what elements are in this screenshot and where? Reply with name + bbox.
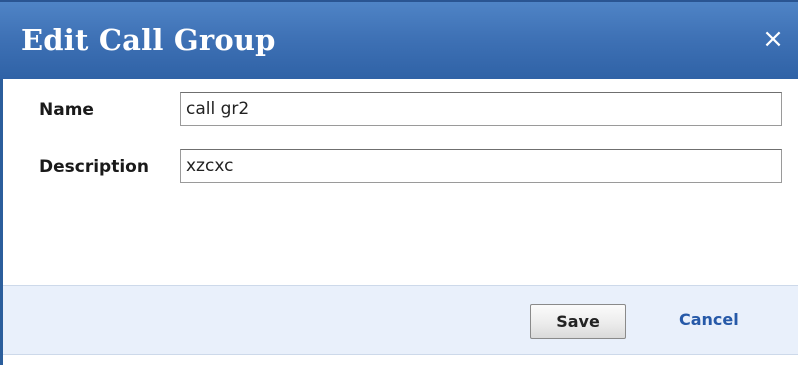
description-label: Description [39, 157, 149, 177]
save-button[interactable]: Save [530, 304, 626, 339]
cancel-link[interactable]: Cancel [679, 310, 739, 329]
name-input[interactable] [180, 92, 782, 126]
close-icon[interactable]: × [758, 24, 788, 54]
dialog-titlebar: Edit Call Group × [0, 0, 798, 79]
edit-call-group-dialog: Edit Call Group × Name Description Save … [0, 0, 798, 365]
dialog-title: Edit Call Group [21, 23, 276, 57]
name-label: Name [39, 100, 94, 120]
description-input[interactable] [180, 149, 782, 183]
